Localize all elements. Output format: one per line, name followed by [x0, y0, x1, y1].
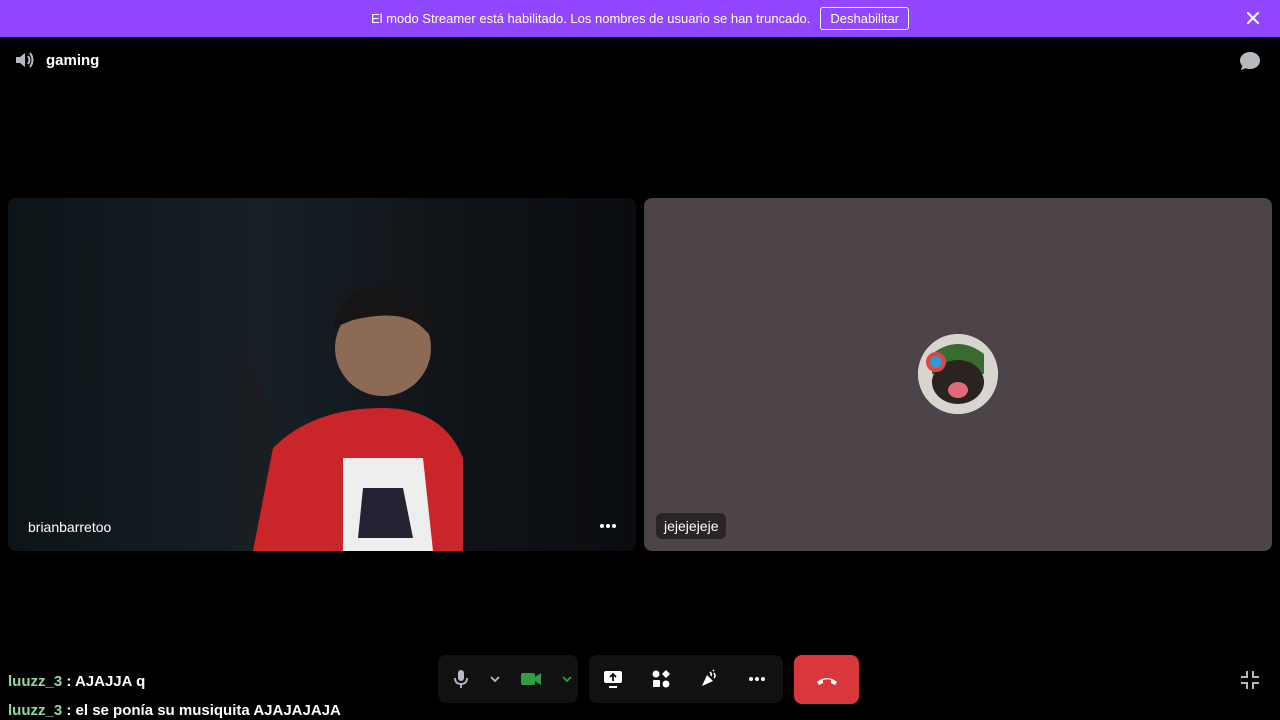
chat-username: luuzz_3 [8, 673, 63, 690]
hangup-icon [816, 677, 837, 685]
activity-controls [589, 655, 783, 703]
tile-more-button[interactable] [594, 515, 622, 537]
video-tile-brianbarretoo[interactable]: brianbarretoo [8, 198, 636, 551]
chat-message: luuzz_3 : AJAJJA q [8, 667, 341, 696]
channel-name: gaming [46, 51, 100, 69]
chat-text: : AJAJJA q [62, 673, 146, 690]
soundboard-icon [702, 669, 716, 686]
avatar [918, 334, 998, 414]
microphone-button[interactable] [438, 655, 484, 703]
video-tile-jejejejeje[interactable]: jejejejeje [644, 198, 1272, 551]
chat-message: luuzz_3 : el se ponía su musiquita AJAJA… [8, 696, 341, 720]
disconnect-button[interactable] [794, 655, 859, 704]
av-controls [438, 655, 578, 703]
microphone-icon [454, 670, 468, 688]
activities-button[interactable] [637, 655, 685, 703]
participant-name: jejejejeje [656, 513, 727, 539]
speaker-icon [16, 52, 34, 68]
chevron-down-icon [490, 676, 500, 683]
more-icon [749, 677, 765, 681]
soundboard-button[interactable] [685, 655, 733, 703]
camera-button[interactable] [506, 655, 556, 703]
screen-share-icon [604, 671, 622, 688]
participant-name: brianbarretoo [28, 519, 112, 535]
channel-header: gaming [14, 50, 99, 70]
chat-text: : el se ponía su musiquita AJAJAJAJA [62, 702, 341, 719]
collapse-icon[interactable] [1238, 668, 1262, 692]
faded-chat-line [8, 638, 341, 667]
more-icon [600, 524, 616, 528]
chat-username: luuzz_3 [8, 702, 63, 719]
more-options-button[interactable] [733, 655, 781, 703]
stream-chat-overlay: luuzz_3 : AJAJJA q luuzz_3 : el se ponía… [8, 638, 341, 720]
chat-bubble-icon[interactable] [1238, 50, 1262, 72]
streamer-mode-banner: El modo Streamer está habilitado. Los no… [0, 0, 1280, 37]
banner-message: El modo Streamer está habilitado. Los no… [370, 11, 811, 26]
camera-icon [521, 673, 541, 685]
disable-streamer-mode-button[interactable]: Deshabilitar [820, 7, 910, 30]
screen-share-button[interactable] [589, 655, 637, 703]
close-icon[interactable] [1244, 9, 1262, 27]
video-feed [233, 286, 463, 551]
mic-options-button[interactable] [484, 655, 506, 703]
camera-options-button[interactable] [556, 655, 578, 703]
activities-icon [652, 670, 670, 688]
chevron-down-icon [562, 676, 572, 683]
